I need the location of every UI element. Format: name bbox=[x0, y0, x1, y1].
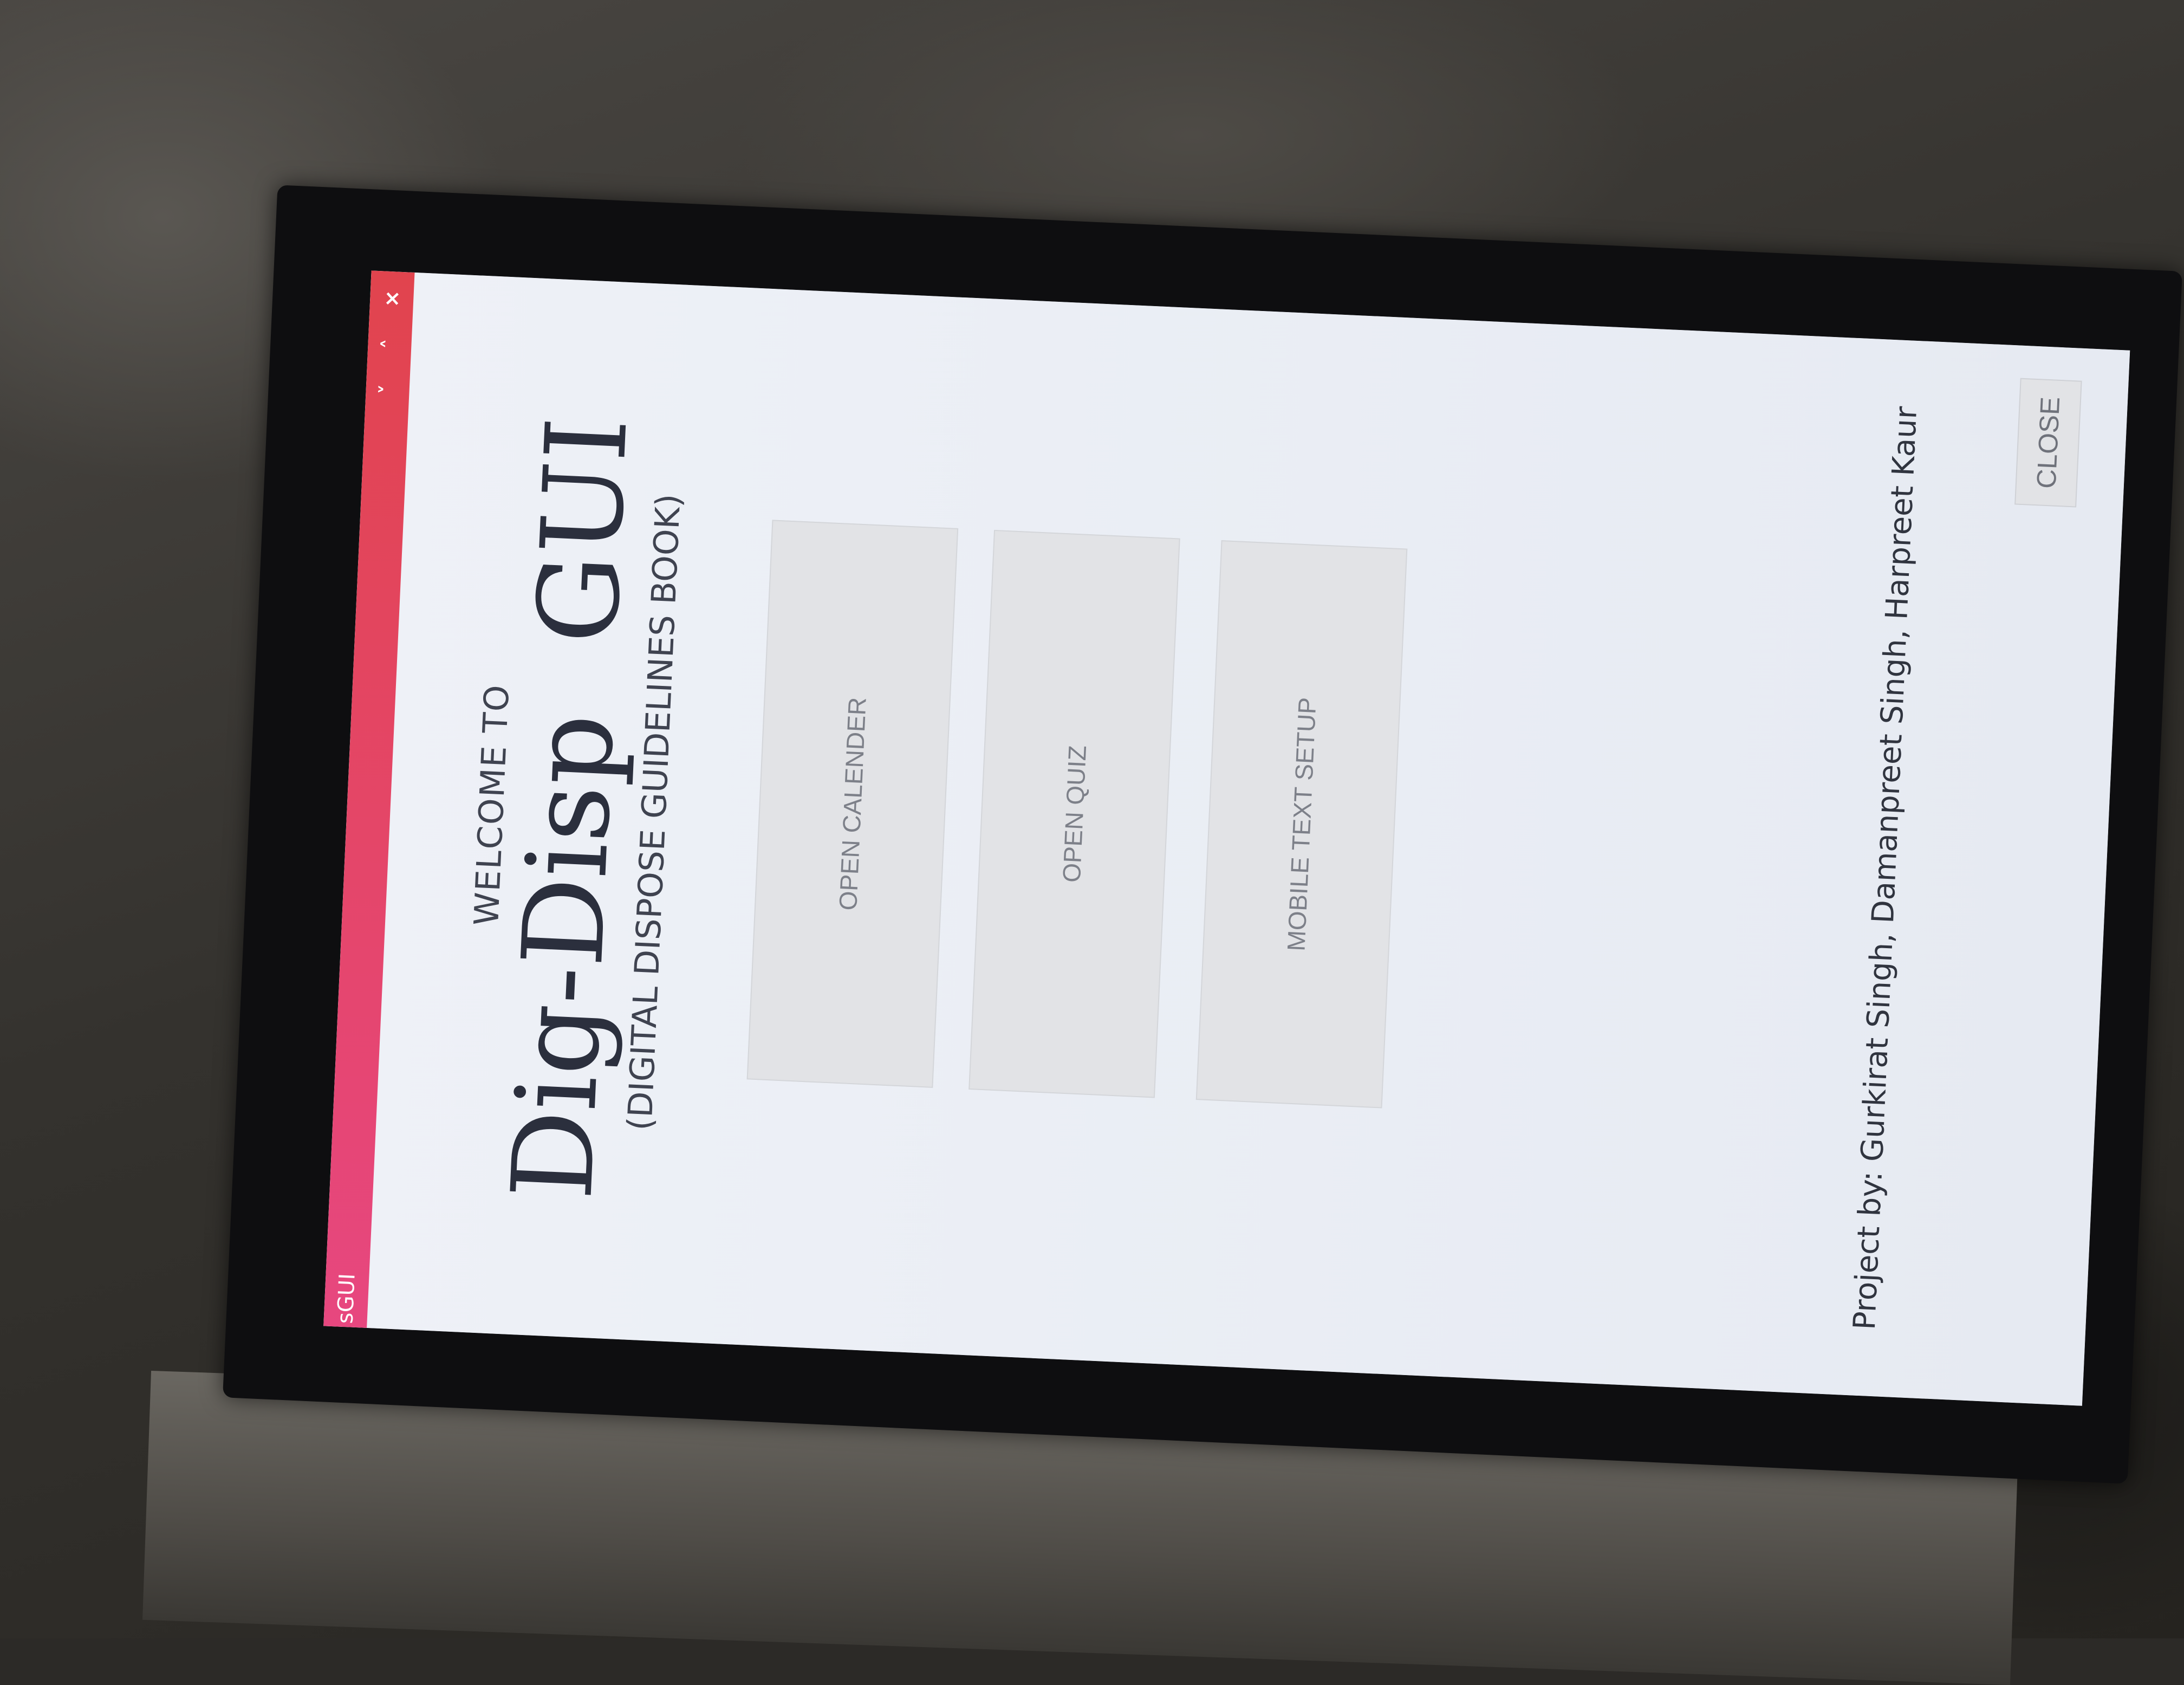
device-screen: sGUI ˅ ˄ × WELCOME TO Dig-Disp GUI (DIGI… bbox=[323, 270, 2130, 1406]
title-bar[interactable]: sGUI ˅ ˄ × bbox=[323, 270, 415, 1328]
close-button[interactable]: CLOSE bbox=[2014, 378, 2082, 508]
maximize-icon[interactable]: ˄ bbox=[378, 333, 402, 355]
window-controls: ˅ ˄ × bbox=[366, 287, 414, 401]
background-surface: sGUI ˅ ˄ × WELCOME TO Dig-Disp GUI (DIGI… bbox=[0, 0, 2184, 1685]
mobile-text-setup-button[interactable]: MOBILE TEXT SETUP bbox=[1195, 540, 1408, 1109]
app-window: sGUI ˅ ˄ × WELCOME TO Dig-Disp GUI (DIGI… bbox=[323, 270, 2130, 1406]
open-calendar-button[interactable]: OPEN CALENDER bbox=[746, 520, 959, 1088]
credits-text: Project by: Gurkirat Singh, Damanpreet S… bbox=[1847, 405, 1925, 1331]
tablet-device: sGUI ˅ ˄ × WELCOME TO Dig-Disp GUI (DIGI… bbox=[223, 185, 2182, 1484]
minimize-icon[interactable]: ˅ bbox=[375, 378, 400, 401]
open-quiz-button[interactable]: OPEN QUIZ bbox=[968, 529, 1180, 1098]
close-icon[interactable]: × bbox=[379, 287, 404, 310]
window-title: sGUI bbox=[333, 1273, 360, 1325]
